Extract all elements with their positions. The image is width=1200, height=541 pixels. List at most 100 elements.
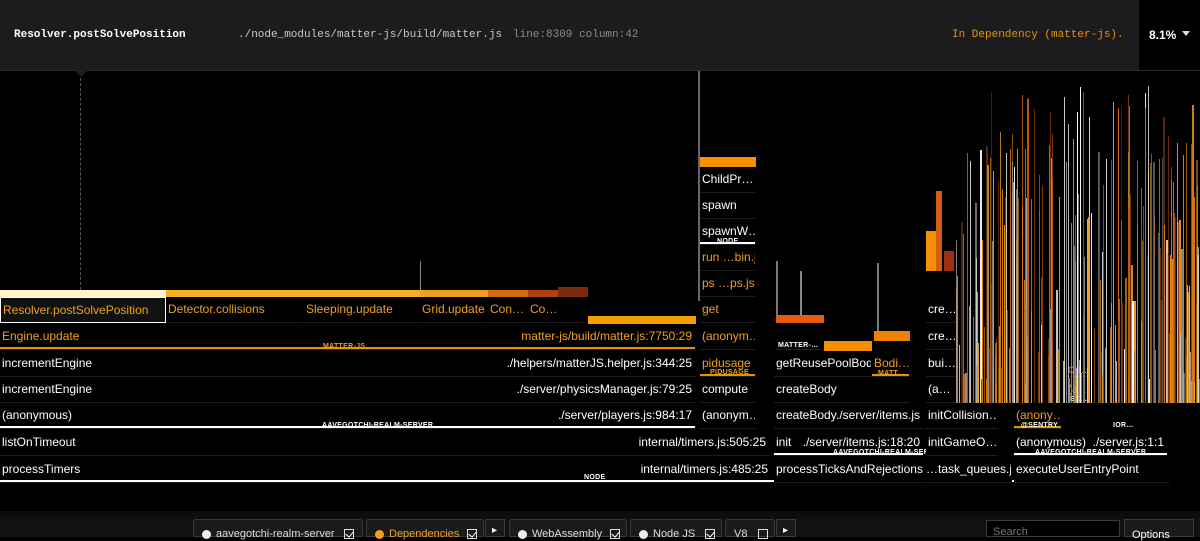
flamegraph[interactable]: Resolver.postSolvePosition Detector.coll… xyxy=(0,71,1200,511)
frame-bui[interactable]: bui… xyxy=(926,351,956,377)
checkbox-icon[interactable] xyxy=(344,529,354,539)
frame-anonym-1[interactable]: (anonym… xyxy=(700,324,756,350)
filter-node-js[interactable]: Node JS xyxy=(630,519,722,540)
options-button[interactable]: Options xyxy=(1124,519,1194,541)
filter-label: aavegotchi-realm-server xyxy=(216,528,335,540)
frame-cap xyxy=(558,287,588,297)
frame-label: run …bin.js xyxy=(702,250,755,264)
frame-path: ./server/items.js xyxy=(835,408,920,422)
frame-cap xyxy=(776,261,778,315)
expand-arrow-button[interactable]: ▸ xyxy=(776,519,796,537)
frame-increment-engine-2[interactable]: incrementEngine ./server/physicsManager.… xyxy=(0,377,696,403)
flame-spike xyxy=(1194,197,1195,403)
filter-dependencies[interactable]: Dependencies xyxy=(366,519,484,540)
flame-spike xyxy=(1130,195,1131,403)
frame-create-body-1[interactable]: createBody xyxy=(774,377,910,403)
frame-process-ticks[interactable]: processTicksAndRejections xyxy=(774,457,924,483)
frame-init-collision[interactable]: initCollision… xyxy=(926,403,998,429)
frame-run-bin[interactable]: run …bin.js xyxy=(700,245,756,271)
filter-realm-server[interactable]: aavegotchi-realm-server xyxy=(193,519,363,540)
flame-spike xyxy=(1186,357,1187,403)
checkbox-icon[interactable] xyxy=(705,529,715,539)
filter-v8[interactable]: V8 xyxy=(725,519,775,540)
checkbox-icon[interactable] xyxy=(467,529,477,539)
flame-spike xyxy=(1005,197,1006,403)
frame-spike xyxy=(420,261,421,290)
frame-cre-2[interactable]: cre… xyxy=(926,324,956,350)
frame-spawn[interactable]: spawn xyxy=(700,193,756,219)
flame-spike xyxy=(999,326,1000,403)
frame-path: ./helpers/matterJS.helper.js:344:25 xyxy=(506,356,692,370)
frame-execute-user-entry[interactable]: executeUserEntryPoint xyxy=(1014,457,1170,483)
flame-spike xyxy=(1169,333,1170,403)
search-input[interactable] xyxy=(986,520,1120,539)
frame-con-1[interactable]: Con… xyxy=(488,297,528,323)
frame-path: ./server/players.js:984:17 xyxy=(557,408,692,422)
percentage-value: 8.1% xyxy=(1149,28,1177,42)
filter-label: Dependencies xyxy=(389,528,460,540)
frame-cap xyxy=(800,271,802,315)
frame-label: createBody xyxy=(776,408,837,422)
frame-label: executeUserEntryPoint xyxy=(1016,462,1139,476)
flame-spike xyxy=(1102,375,1103,403)
flame-spike xyxy=(1080,87,1081,403)
checkbox-icon[interactable] xyxy=(610,529,620,539)
frame-matter-2[interactable]: MATTER-… xyxy=(776,324,824,350)
flame-spike xyxy=(1009,348,1010,403)
filter-webassembly[interactable]: WebAssembly xyxy=(509,519,627,540)
flame-spike xyxy=(1000,132,1001,403)
frame-anonym-2[interactable]: (anonym… xyxy=(700,403,756,429)
frame-path: ./server/physicsManager.js:79:25 xyxy=(516,382,692,396)
frame-cap xyxy=(874,331,910,341)
frame-anon-a[interactable]: (a… xyxy=(926,377,956,403)
flame-spike xyxy=(1094,328,1095,403)
frame-create-body-2[interactable]: createBody ./server/items.js xyxy=(774,403,924,429)
percentage-dropdown[interactable]: 8.1% xyxy=(1139,0,1200,70)
flame-spike xyxy=(988,329,989,403)
flame-spike xyxy=(1088,217,1090,403)
expand-arrow-button[interactable]: ▸ xyxy=(485,519,505,537)
horizontal-scrollbar[interactable] xyxy=(0,511,1200,518)
flame-spike xyxy=(1151,154,1152,403)
checkbox-icon[interactable] xyxy=(758,529,768,539)
frame-path: matter-js/build/matter.js:7750:29 xyxy=(521,329,692,343)
frame-label: cre… xyxy=(928,302,956,316)
flame-spike xyxy=(963,374,965,403)
frame-grid[interactable]: Grid.update xyxy=(420,297,488,323)
frame-get-reuse-pool-body[interactable]: getReusePoolBody xyxy=(774,351,872,377)
flame-spike xyxy=(1071,223,1072,403)
flame-spike xyxy=(967,153,968,403)
flame-spike xyxy=(1017,149,1018,403)
frame-label: ChildPr… xyxy=(702,172,754,186)
frame-compute[interactable]: compute xyxy=(700,377,756,403)
frame-list-on-timeout[interactable]: listOnTimeout internal/timers.js:505:25 xyxy=(0,430,770,456)
frame-small[interactable] xyxy=(558,297,588,323)
frame-label: …task_queues.js xyxy=(926,462,1012,476)
flame-spike xyxy=(1103,185,1104,403)
frame-child-pr[interactable]: ChildPr… xyxy=(700,167,756,193)
flame-spike xyxy=(1121,302,1123,403)
dependency-label: In Dependency (matter-js). xyxy=(952,29,1124,41)
frame-increment-engine-1[interactable]: incrementEngine ./helpers/matterJS.helpe… xyxy=(0,351,696,377)
frame-cap xyxy=(700,157,756,167)
frame-label: Co… xyxy=(530,302,558,316)
flame-spike xyxy=(1116,361,1117,403)
frame-get[interactable]: get xyxy=(700,297,756,323)
frame-sleeping[interactable]: Sleeping.update xyxy=(304,297,420,323)
flame-spike xyxy=(1100,280,1101,403)
flame-spike xyxy=(1191,381,1192,403)
flame-spike xyxy=(1048,339,1049,403)
frame-info-bar: Resolver.postSolvePosition ./node_module… xyxy=(0,0,1200,71)
flame-spike xyxy=(1028,99,1029,403)
frame-con-2[interactable]: Co… xyxy=(528,297,558,323)
frame-label: ps …ps.js xyxy=(702,276,755,290)
frame-init-game[interactable]: initGameO… xyxy=(926,430,998,456)
flame-spike xyxy=(1076,375,1077,403)
flame-spike xyxy=(1073,139,1074,403)
frame-resolver[interactable]: Resolver.postSolvePosition xyxy=(0,297,166,323)
frame-detector[interactable]: Detector.collisions xyxy=(166,297,304,323)
frame-task-queues[interactable]: …task_queues.js xyxy=(924,457,1012,483)
frame-ps[interactable]: ps …ps.js xyxy=(700,271,756,297)
frame-cre-1[interactable]: cre… xyxy=(926,297,956,323)
frame-label: compute xyxy=(702,382,749,396)
